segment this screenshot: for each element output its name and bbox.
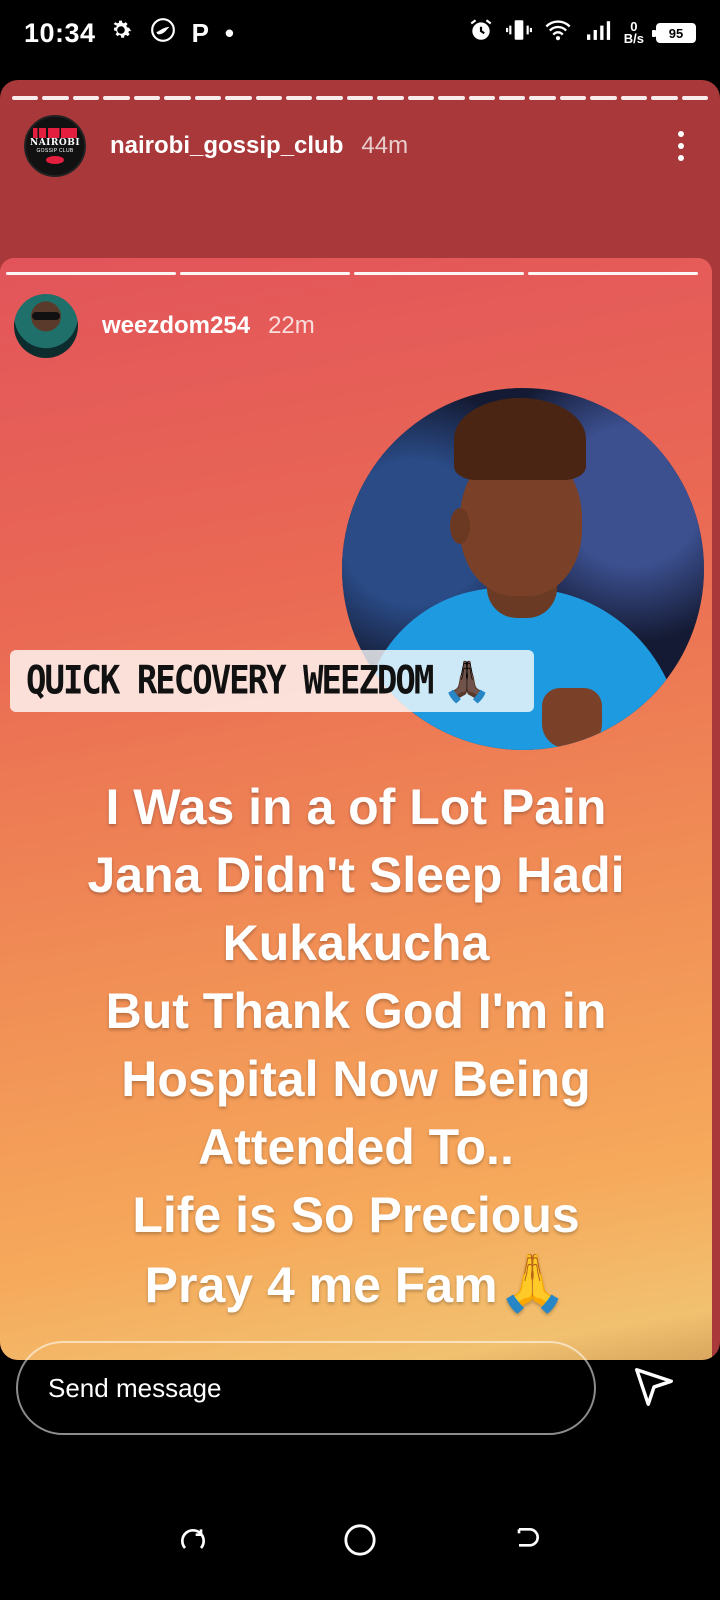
battery-icon: 95 — [652, 23, 696, 43]
inner-progress-segment — [354, 272, 524, 275]
outer-progress-segment — [225, 96, 252, 100]
system-nav-bar — [0, 1480, 720, 1600]
avatar-brand-text: NAIROBI — [29, 138, 81, 148]
bird-icon — [150, 17, 176, 50]
more-options-icon[interactable] — [666, 124, 696, 168]
praying-hands-icon: 🙏🏿 — [442, 659, 493, 704]
wifi-icon — [544, 18, 572, 48]
message-line-last: Pray 4 me Fam🙏 — [20, 1249, 692, 1319]
outer-progress-segment — [133, 96, 161, 100]
inner-progress-segment — [180, 272, 350, 275]
outer-progress-segment — [164, 96, 191, 100]
inner-story-time: 22m — [268, 312, 315, 339]
outer-progress-segment — [407, 96, 435, 100]
message-line: Hospital Now Being — [121, 1051, 591, 1107]
outer-progress-segment — [255, 96, 282, 100]
message-bar: Send message — [0, 1335, 720, 1440]
message-line: Kukakucha — [222, 915, 490, 971]
inner-story-header: weezdom254 22m — [14, 294, 315, 358]
home-icon[interactable] — [330, 1510, 390, 1570]
message-line: Pray 4 me Fam — [144, 1257, 498, 1313]
battery-level: 95 — [668, 25, 684, 41]
status-bar: 10:34 P • 0 B/s 95 — [0, 0, 720, 66]
outer-progress-segment — [438, 96, 465, 100]
vibrate-icon — [505, 17, 532, 49]
outer-progress-segment — [316, 96, 343, 100]
inner-progress-segment — [528, 272, 698, 275]
outer-story-header: NAIROBI GOSSIP CLUB nairobi_gossip_club … — [24, 115, 696, 177]
outer-progress-segment — [620, 96, 648, 100]
network-speed-unit: B/s — [623, 31, 644, 46]
inner-story-progress — [6, 272, 698, 275]
dot-icon: • — [224, 17, 235, 48]
status-left-icons: P • — [108, 17, 234, 50]
back-icon[interactable] — [497, 1510, 557, 1570]
send-icon[interactable] — [626, 1359, 682, 1415]
lips-logo-icon — [46, 156, 64, 164]
message-line: Life is So Precious — [132, 1187, 580, 1243]
network-speed: 0 B/s — [623, 20, 644, 46]
caption-label: QUICK RECOVERY WEEZDOM 🙏🏿 — [10, 650, 534, 712]
gear-icon — [108, 17, 134, 50]
recents-icon[interactable] — [163, 1510, 223, 1570]
outer-progress-segment — [377, 96, 404, 100]
send-message-input[interactable]: Send message — [16, 1341, 596, 1435]
outer-progress-segment — [559, 96, 587, 100]
alarm-icon — [468, 17, 494, 49]
story-message: I Was in a of Lot Pain Jana Didn't Sleep… — [20, 773, 692, 1319]
skyline-logo-icon — [33, 128, 77, 138]
inner-story-avatar[interactable] — [14, 294, 78, 358]
outer-progress-segment — [194, 96, 222, 100]
outer-story-avatar[interactable]: NAIROBI GOSSIP CLUB — [24, 115, 86, 177]
outer-progress-segment — [346, 96, 374, 100]
message-line: Jana Didn't Sleep Hadi — [87, 847, 625, 903]
avatar-sub-text: GOSSIP CLUB — [36, 148, 74, 154]
outer-progress-segment — [529, 96, 556, 100]
outer-progress-segment — [681, 96, 709, 100]
outer-story[interactable]: NAIROBI GOSSIP CLUB nairobi_gossip_club … — [0, 80, 720, 1360]
message-line: Attended To.. — [198, 1119, 514, 1175]
outer-story-progress — [12, 96, 709, 100]
outer-progress-segment — [285, 96, 313, 100]
outer-story-time: 44m — [361, 132, 409, 159]
message-line: But Thank God I'm in — [105, 983, 607, 1039]
outer-progress-segment — [42, 96, 69, 100]
status-time: 10:34 — [24, 17, 96, 48]
reshared-story-card[interactable]: weezdom254 22m QUICK RECOVERY WEEZDOM 🙏🏿… — [0, 258, 712, 1360]
outer-progress-segment — [72, 96, 100, 100]
p-app-icon: P — [191, 17, 209, 48]
status-right-icons: 0 B/s 95 — [468, 17, 696, 49]
message-line: I Was in a of Lot Pain — [105, 779, 607, 835]
outer-progress-segment — [651, 96, 678, 100]
outer-progress-segment — [468, 96, 495, 100]
inner-story-username[interactable]: weezdom254 — [102, 312, 250, 340]
outer-story-username[interactable]: nairobi_gossip_club — [110, 132, 343, 160]
outer-progress-segment — [103, 96, 130, 100]
caption-text: QUICK RECOVERY WEEZDOM — [26, 658, 434, 704]
outer-progress-segment — [12, 96, 39, 100]
signal-icon — [584, 19, 612, 47]
inner-progress-segment — [6, 272, 176, 275]
outer-progress-segment — [590, 96, 617, 100]
outer-progress-segment — [499, 96, 526, 100]
praying-hands-icon: 🙏 — [497, 1251, 568, 1314]
